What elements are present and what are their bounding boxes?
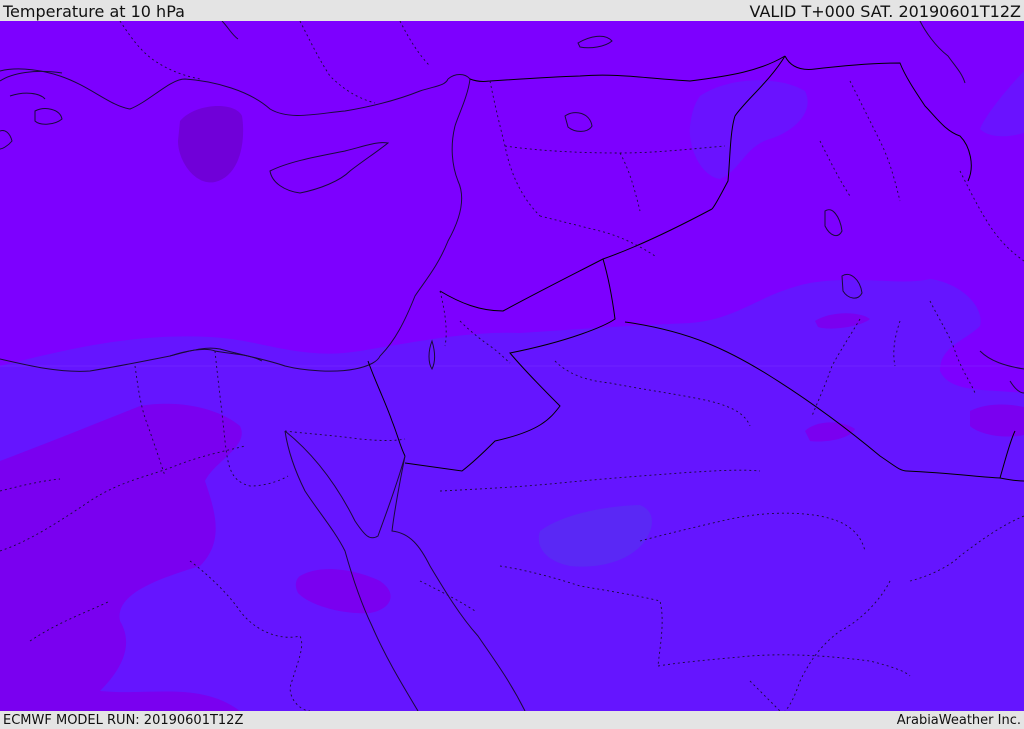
map-footer: ECMWF MODEL RUN: 20190601T12Z ArabiaWeat… [0,711,1024,729]
map-title: Temperature at 10 hPa [3,2,185,21]
map-canvas [0,21,1024,711]
temperature-map [0,21,1024,711]
model-run-label: ECMWF MODEL RUN: 20190601T12Z [3,713,244,728]
valid-time-label: VALID T+000 SAT. 20190601T12Z [749,2,1021,21]
map-header: Temperature at 10 hPa VALID T+000 SAT. 2… [0,0,1024,21]
credit-label: ArabiaWeather Inc. [896,713,1021,728]
